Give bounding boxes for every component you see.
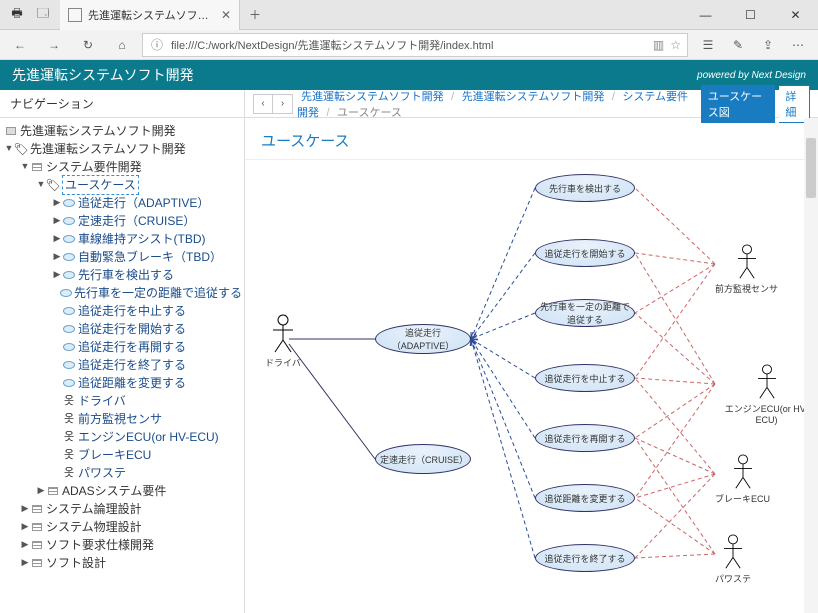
tree-req[interactable]: ▼システム要件開発	[2, 158, 242, 176]
tree-section[interactable]: ▶システム物理設計	[2, 518, 242, 536]
tree-adas[interactable]: ▶ADASシステム要件	[2, 482, 242, 500]
powered-by: powered by Next Design	[697, 70, 806, 81]
close-icon[interactable]: ✕	[221, 8, 231, 22]
usecase-diagram[interactable]: ドライバ 追従走行（ADAPTIVE） 定速走行（CRUISE） 先行車を検出す…	[245, 164, 818, 613]
forward-button[interactable]: →	[40, 32, 68, 58]
tree-actor-item[interactable]: 옷ドライバ	[2, 392, 242, 410]
actor-right[interactable]: パワステ	[715, 534, 751, 585]
tree-usecase-item[interactable]: 追従走行を中止する	[2, 302, 242, 320]
url-text: file:///C:/work/NextDesign/先進運転システムソフト開発…	[171, 37, 653, 53]
actor-right[interactable]: エンジンECU(or HV-ECU)	[715, 364, 818, 425]
tab-title: 先進運転システムソフト開発	[88, 7, 215, 23]
tree-usecase-item[interactable]: 追従走行を終了する	[2, 356, 242, 374]
prev-button[interactable]: ‹	[253, 94, 273, 114]
tree-actor-item[interactable]: 옷パワステ	[2, 464, 242, 482]
tree-usecase-item[interactable]: 追従走行を再開する	[2, 338, 242, 356]
next-button[interactable]: ›	[273, 94, 293, 114]
page-icon	[68, 8, 82, 22]
tree-root[interactable]: 先進運転システムソフト開発	[2, 122, 242, 140]
favorites-button[interactable]: ☰	[694, 32, 722, 58]
address-bar: ← → ↻ ⌂ ⓘ file:///C:/work/NextDesign/先進運…	[0, 30, 818, 60]
tree-usecase-folder[interactable]: ▼🏷ユースケース	[2, 176, 242, 194]
uc-sub[interactable]: 追従走行を開始する	[535, 239, 635, 267]
notes-button[interactable]: ✎	[724, 32, 752, 58]
tree-project[interactable]: ▼🏷先進運転システムソフト開発	[2, 140, 242, 158]
close-button[interactable]: ✕	[773, 0, 818, 30]
tree-usecase-item[interactable]: ▶車線維持アシスト(TBD)	[2, 230, 242, 248]
tree-actor-item[interactable]: 옷ブレーキECU	[2, 446, 242, 464]
tree-section[interactable]: ▶システム論理設計	[2, 500, 242, 518]
favorite-icon[interactable]: ☆	[670, 38, 681, 52]
tree-actor-item[interactable]: 옷エンジンECU(or HV-ECU)	[2, 428, 242, 446]
tree-usecase-item[interactable]: ▶先行車を検出する	[2, 266, 242, 284]
reader-icon[interactable]: ▥	[653, 38, 664, 52]
sys-icon: 🖶	[6, 4, 28, 26]
browser-tab[interactable]: 先進運転システムソフト開発 ✕	[60, 0, 240, 30]
actor-right[interactable]: 前方監視センサ	[715, 244, 778, 295]
uc-sub[interactable]: 先行車を一定の距離で追従する	[535, 299, 635, 327]
actor-driver[interactable]: ドライバ	[265, 314, 301, 369]
uc-sub[interactable]: 追従走行を再開する	[535, 424, 635, 452]
maximize-button[interactable]: ☐	[728, 0, 773, 30]
tree-usecase-item[interactable]: 先行車を一定の距離で追従する	[2, 284, 242, 302]
tree-section[interactable]: ▶ソフト設計	[2, 554, 242, 572]
breadcrumb: ユースケース	[333, 107, 406, 119]
main-area: ‹ › 先進運転システムソフト開発 / 先進運転システムソフト開発 / システム…	[245, 90, 818, 613]
tree-section[interactable]: ▶ソフト要求仕様開発	[2, 536, 242, 554]
more-button[interactable]: ⋯	[784, 32, 812, 58]
diagram-title: ユースケース	[245, 118, 818, 160]
tree-usecase-item[interactable]: 追従走行を開始する	[2, 320, 242, 338]
uc-sub[interactable]: 追従走行を終了する	[535, 544, 635, 572]
scrollbar-vertical[interactable]	[804, 118, 818, 613]
page-title: 先進運転システムソフト開発	[12, 65, 194, 85]
uc-sub[interactable]: 先行車を検出する	[535, 174, 635, 202]
tree-usecase-item[interactable]: ▶追従走行（ADAPTIVE）	[2, 194, 242, 212]
minimize-button[interactable]: —	[683, 0, 728, 30]
home-button[interactable]: ⌂	[108, 32, 136, 58]
share-button[interactable]: ⇪	[754, 32, 782, 58]
url-field[interactable]: ⓘ file:///C:/work/NextDesign/先進運転システムソフト…	[142, 33, 688, 57]
uc-adaptive[interactable]: 追従走行（ADAPTIVE）	[375, 324, 471, 354]
info-icon: ⓘ	[149, 36, 165, 53]
sidebar-header: ナビゲーション	[0, 90, 244, 118]
tree-usecase-item[interactable]: ▶定速走行（CRUISE）	[2, 212, 242, 230]
page-header: 先進運転システムソフト開発 powered by Next Design	[0, 60, 818, 90]
uc-sub[interactable]: 追従走行を中止する	[535, 364, 635, 392]
nav-tree: 先進運転システムソフト開発 ▼🏷先進運転システムソフト開発 ▼システム要件開発 …	[0, 118, 244, 576]
uc-sub[interactable]: 追従距離を変更する	[535, 484, 635, 512]
tree-usecase-item[interactable]: 追従距離を変更する	[2, 374, 242, 392]
breadcrumb[interactable]: 先進運転システムソフト開発	[297, 91, 448, 103]
breadcrumb[interactable]: 先進運転システムソフト開発	[458, 91, 609, 103]
actor-right[interactable]: ブレーキECU	[715, 454, 770, 505]
sys-icon: 🗔	[32, 4, 54, 26]
back-button[interactable]: ←	[6, 32, 34, 58]
tree-actor-item[interactable]: 옷前方監視センサ	[2, 410, 242, 428]
new-tab-button[interactable]: ＋	[240, 0, 270, 29]
uc-cruise[interactable]: 定速走行（CRUISE）	[375, 444, 471, 474]
tree-usecase-item[interactable]: ▶自動緊急ブレーキ（TBD）	[2, 248, 242, 266]
view-usecase-diagram[interactable]: ユースケース図	[701, 85, 776, 123]
toolbar: ‹ › 先進運転システムソフト開発 / 先進運転システムソフト開発 / システム…	[245, 90, 818, 118]
view-detail[interactable]: 詳細	[779, 85, 810, 123]
window-titlebar: 🖶 🗔 先進運転システムソフト開発 ✕ ＋ — ☐ ✕	[0, 0, 818, 30]
refresh-button[interactable]: ↻	[74, 32, 102, 58]
sidebar: ナビゲーション 先進運転システムソフト開発 ▼🏷先進運転システムソフト開発 ▼シ…	[0, 90, 245, 613]
